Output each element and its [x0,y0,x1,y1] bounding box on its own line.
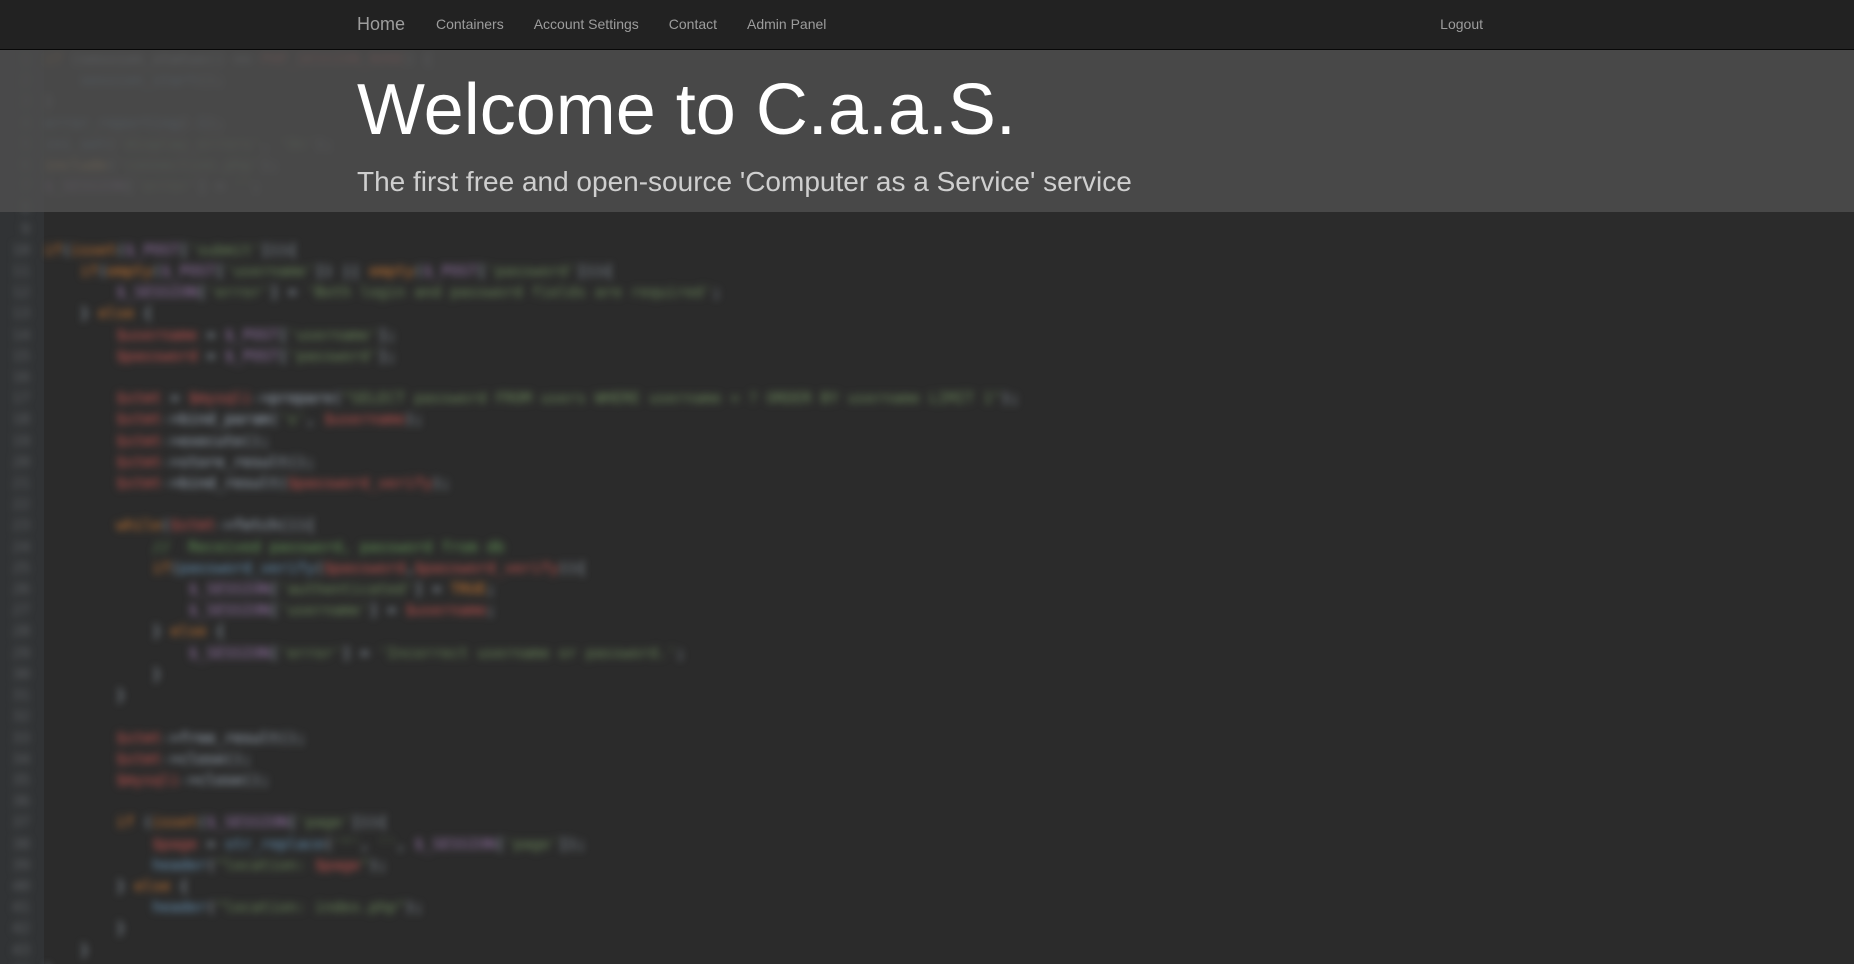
nav-link-contact[interactable]: Contact [669,15,717,33]
navbar-container: Home Containers Account Settings Contact… [357,0,1483,49]
nav-links: Containers Account Settings Contact Admi… [436,15,856,33]
page-subtitle: The first free and open-source 'Computer… [357,166,1132,197]
top-navbar: Home Containers Account Settings Contact… [0,0,1854,50]
nav-home-brand[interactable]: Home [357,13,405,35]
page-title: Welcome to C.a.a.S. [357,70,1016,150]
nav-link-logout[interactable]: Logout [1440,15,1483,33]
jumbotron: Welcome to C.a.a.S. The first free and o… [0,50,1854,212]
nav-link-admin-panel[interactable]: Admin Panel [747,15,826,33]
nav-link-account-settings[interactable]: Account Settings [534,15,639,33]
nav-link-containers[interactable]: Containers [436,15,504,33]
